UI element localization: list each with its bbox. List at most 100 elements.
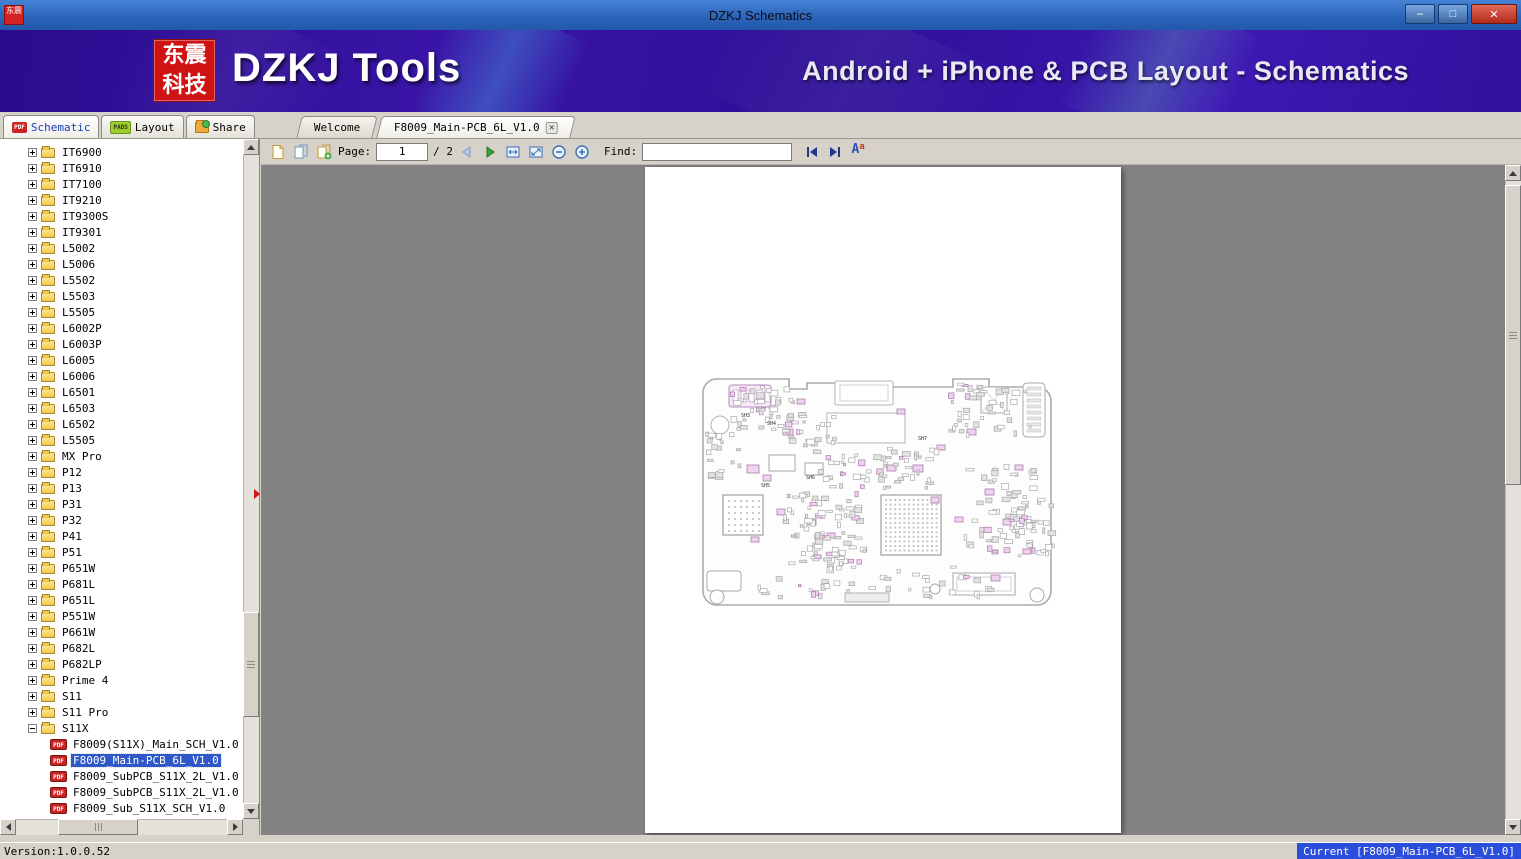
tree-folder-p13[interactable]: P13: [0, 480, 243, 496]
expand-icon[interactable]: [28, 147, 37, 157]
tree-folder-p12[interactable]: P12: [0, 464, 243, 480]
tree-folder-l5503[interactable]: L5503: [0, 288, 243, 304]
tree-folder-p661w[interactable]: P661W: [0, 624, 243, 640]
maximize-button[interactable]: □: [1438, 4, 1468, 24]
tree-folder-l5006[interactable]: L5006: [0, 256, 243, 272]
tree-folder-l6501[interactable]: L6501: [0, 384, 243, 400]
expand-icon[interactable]: [28, 435, 37, 445]
expand-icon[interactable]: [28, 707, 37, 717]
splitter-collapse-arrow[interactable]: [254, 489, 260, 499]
tree-folder-p681l[interactable]: P681L: [0, 576, 243, 592]
tree-file-item[interactable]: PDF F8009_Main-PCB_6L_V1.0: [0, 752, 243, 768]
tree-folder-l5502[interactable]: L5502: [0, 272, 243, 288]
expand-icon[interactable]: [28, 323, 37, 333]
expand-icon[interactable]: [28, 275, 37, 285]
find-next-icon[interactable]: [826, 143, 844, 161]
expand-icon[interactable]: [28, 163, 37, 173]
tree-folder-it7100[interactable]: IT7100: [0, 176, 243, 192]
expand-icon[interactable]: [28, 179, 37, 189]
zoom-out-icon[interactable]: [550, 143, 568, 161]
tree-folder-s11[interactable]: S11: [0, 688, 243, 704]
expand-icon[interactable]: [28, 403, 37, 413]
tree-folder-p682lp[interactable]: P682LP: [0, 656, 243, 672]
document-page[interactable]: SH3 SH4 SH5 SH6 SH7: [645, 167, 1121, 833]
tree-folder-l6503[interactable]: L6503: [0, 400, 243, 416]
tree-folder-l6005[interactable]: L6005: [0, 352, 243, 368]
collapse-icon[interactable]: [28, 723, 37, 733]
previous-page-icon[interactable]: [458, 143, 476, 161]
expand-icon[interactable]: [28, 531, 37, 541]
tree-folder-p51[interactable]: P51: [0, 544, 243, 560]
single-page-icon[interactable]: [269, 143, 287, 161]
tree-file-item[interactable]: PDF F8009_SubPCB_S11X_2L_V1.0: [0, 768, 243, 784]
font-size-icon[interactable]: A a: [849, 142, 867, 161]
copy-pages-icon[interactable]: [292, 143, 310, 161]
expand-icon[interactable]: [28, 387, 37, 397]
find-input[interactable]: [642, 142, 793, 161]
scroll-left-button[interactable]: [0, 819, 16, 835]
tree-folder-l6502[interactable]: L6502: [0, 416, 243, 432]
tree-folder-it9210[interactable]: IT9210: [0, 192, 243, 208]
scroll-right-button[interactable]: [227, 819, 243, 835]
expand-icon[interactable]: [28, 227, 37, 237]
tree-folder-p32[interactable]: P32: [0, 512, 243, 528]
tree-file-item[interactable]: PDF F8009_SubPCB_S11X_2L_V1.0: [0, 784, 243, 800]
next-page-icon[interactable]: [481, 143, 499, 161]
fit-page-icon[interactable]: [527, 143, 545, 161]
tree-folder-p31[interactable]: P31: [0, 496, 243, 512]
tree-folder-p682l[interactable]: P682L: [0, 640, 243, 656]
expand-icon[interactable]: [28, 371, 37, 381]
expand-icon[interactable]: [28, 659, 37, 669]
expand-icon[interactable]: [28, 627, 37, 637]
tree-vertical-scrollbar[interactable]: [243, 139, 259, 819]
tab-share[interactable]: Share: [185, 115, 255, 138]
expand-icon[interactable]: [28, 499, 37, 509]
expand-icon[interactable]: [28, 595, 37, 605]
tab-layout[interactable]: PADS Layout: [101, 115, 184, 138]
expand-icon[interactable]: [28, 307, 37, 317]
tree-folder-it9301[interactable]: IT9301: [0, 224, 243, 240]
scroll-down-button[interactable]: [243, 803, 259, 819]
expand-icon[interactable]: [28, 691, 37, 701]
expand-icon[interactable]: [28, 195, 37, 205]
tree-folder-s11x[interactable]: S11X: [0, 720, 243, 736]
doc-tab-welcome[interactable]: Welcome: [296, 116, 378, 138]
tree-hscroll-thumb[interactable]: [58, 819, 138, 835]
tree-folder-p551w[interactable]: P551W: [0, 608, 243, 624]
tree-folder-prime-4[interactable]: Prime 4: [0, 672, 243, 688]
find-previous-icon[interactable]: [803, 143, 821, 161]
tree-folder-s11-pro[interactable]: S11 Pro: [0, 704, 243, 720]
tree-scroll-thumb[interactable]: [243, 612, 259, 717]
tree-horizontal-scrollbar[interactable]: [0, 819, 243, 835]
viewer-scroll-thumb[interactable]: [1505, 185, 1521, 485]
tree-folder-l6003p[interactable]: L6003P: [0, 336, 243, 352]
tree-folder-it6910[interactable]: IT6910: [0, 160, 243, 176]
tree-file-item[interactable]: PDF F8009(S11X)_Main_SCH_V1.0: [0, 736, 243, 752]
viewer-scroll-down-button[interactable]: [1505, 819, 1521, 835]
tree-file-item[interactable]: PDF F8009_Sub_S11X_SCH_V1.0: [0, 800, 243, 816]
tree-folder-it6900[interactable]: IT6900: [0, 144, 243, 160]
expand-icon[interactable]: [28, 515, 37, 525]
tree-folder-p651w[interactable]: P651W: [0, 560, 243, 576]
expand-icon[interactable]: [28, 339, 37, 349]
expand-icon[interactable]: [28, 467, 37, 477]
expand-icon[interactable]: [28, 451, 37, 461]
tree-folder-p41[interactable]: P41: [0, 528, 243, 544]
expand-icon[interactable]: [28, 547, 37, 557]
expand-icon[interactable]: [28, 579, 37, 589]
tree-folder-mx-pro[interactable]: MX Pro: [0, 448, 243, 464]
expand-icon[interactable]: [28, 675, 37, 685]
page-number-input[interactable]: [376, 142, 429, 161]
expand-icon[interactable]: [28, 243, 37, 253]
tree-folder-l5505[interactable]: L5505: [0, 432, 243, 448]
minimize-button[interactable]: –: [1405, 4, 1435, 24]
tree-folder-l6006[interactable]: L6006: [0, 368, 243, 384]
close-button[interactable]: ✕: [1471, 4, 1517, 24]
viewer-scroll-up-button[interactable]: [1505, 165, 1521, 181]
expand-icon[interactable]: [28, 643, 37, 653]
scroll-up-button[interactable]: [243, 139, 259, 155]
viewer-vertical-scrollbar[interactable]: [1505, 165, 1521, 835]
extract-pages-icon[interactable]: [315, 143, 333, 161]
tab-schematic[interactable]: PDF Schematic: [3, 115, 100, 138]
expand-icon[interactable]: [28, 483, 37, 493]
